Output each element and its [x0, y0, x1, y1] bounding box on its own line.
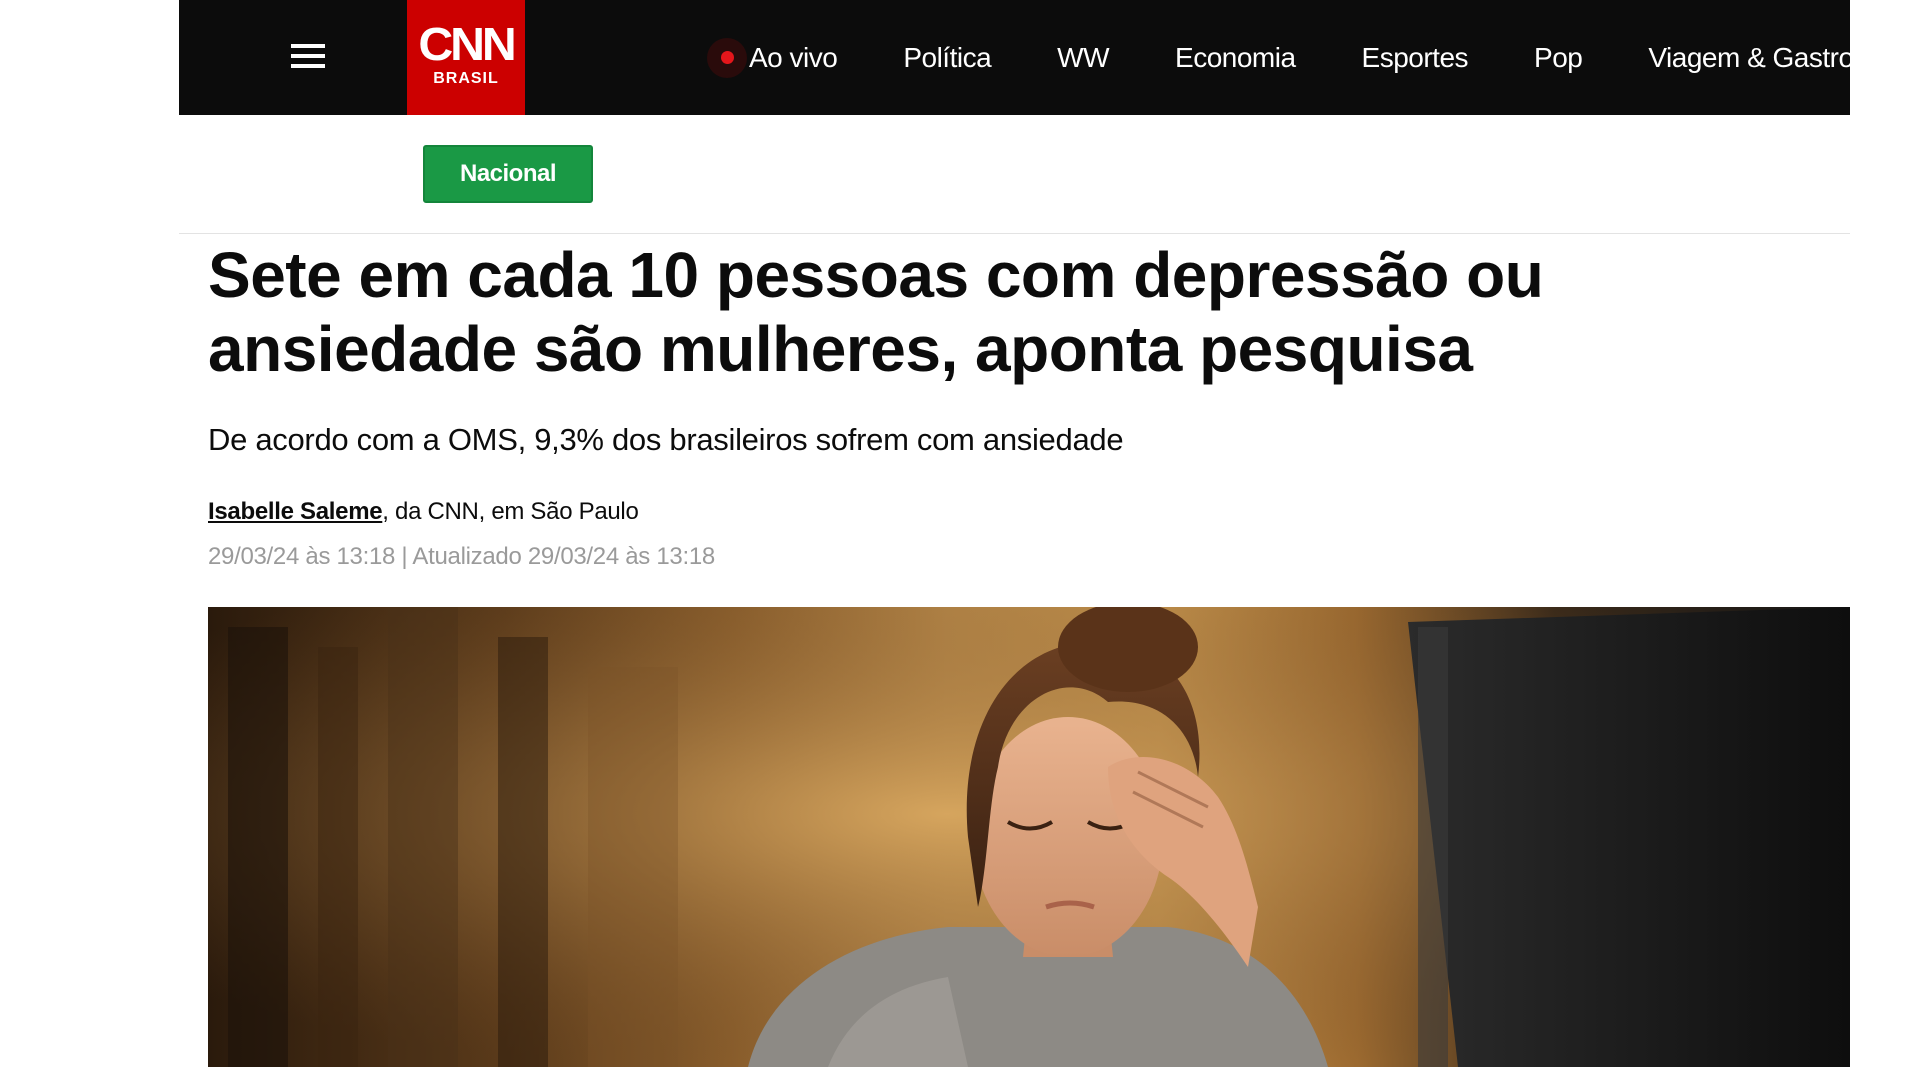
nav-item-ao-vivo[interactable]: Ao vivo — [707, 37, 838, 78]
nav-item-pop[interactable]: Pop — [1534, 41, 1583, 74]
article-headline: Sete em cada 10 pessoas com depressão ou… — [208, 239, 1544, 385]
nav-item-label: Pop — [1534, 41, 1583, 73]
nav-item-esportes[interactable]: Esportes — [1362, 42, 1469, 74]
section-badge-nacional[interactable]: Nacional — [423, 145, 593, 203]
page: CNN BRASIL Ao vivo Política WW Economia — [0, 0, 1920, 1080]
nav-item-ww[interactable]: WW — [1057, 42, 1109, 74]
nav-item-label: Economia — [1175, 41, 1296, 73]
nav-item-label: Viagem & Gastronomia — [1648, 41, 1850, 73]
article-hero-image — [208, 607, 1850, 1067]
header-divider — [179, 233, 1850, 234]
live-dot — [720, 51, 734, 64]
nav-item-label: Ao vivo — [749, 41, 838, 73]
nav-item-label: Política — [903, 41, 992, 73]
nav-item-viagem-gastronomia[interactable]: Viagem & Gastronomia — [1648, 42, 1850, 74]
menu-line — [291, 44, 325, 48]
author-link[interactable]: Isabelle Saleme — [208, 498, 383, 525]
cnn-brasil-logo[interactable]: CNN BRASIL — [407, 0, 525, 115]
main-nav: Ao vivo Política WW Economia Esportes Po… — [707, 0, 1850, 115]
nav-item-label: WW — [1057, 41, 1110, 73]
nav-item-politica[interactable]: Política — [903, 42, 991, 74]
hero-illustration — [208, 607, 1850, 1067]
byline-suffix: , da CNN, em São Paulo — [382, 498, 639, 525]
menu-line — [291, 64, 325, 68]
logo-subtitle: BRASIL — [433, 70, 499, 87]
browser-viewport: CNN BRASIL Ao vivo Política WW Economia — [179, 0, 1850, 1080]
article-timestamp: 29/03/24 às 13:18 | Atualizado 29/03/24 … — [208, 543, 715, 570]
nav-item-label: Esportes — [1361, 41, 1469, 73]
top-navigation-bar: CNN BRASIL Ao vivo Política WW Economia — [179, 0, 1850, 115]
live-indicator-icon — [707, 37, 747, 78]
logo-mark: CNN — [418, 18, 516, 70]
article-subheadline: De acordo com a OMS, 9,3% dos brasileiro… — [208, 422, 1124, 457]
nav-item-economia[interactable]: Economia — [1175, 42, 1296, 74]
byline: Isabelle Saleme, da CNN, em São Paulo — [208, 497, 639, 527]
hamburger-menu-icon[interactable] — [291, 44, 325, 68]
menu-line — [291, 54, 325, 58]
